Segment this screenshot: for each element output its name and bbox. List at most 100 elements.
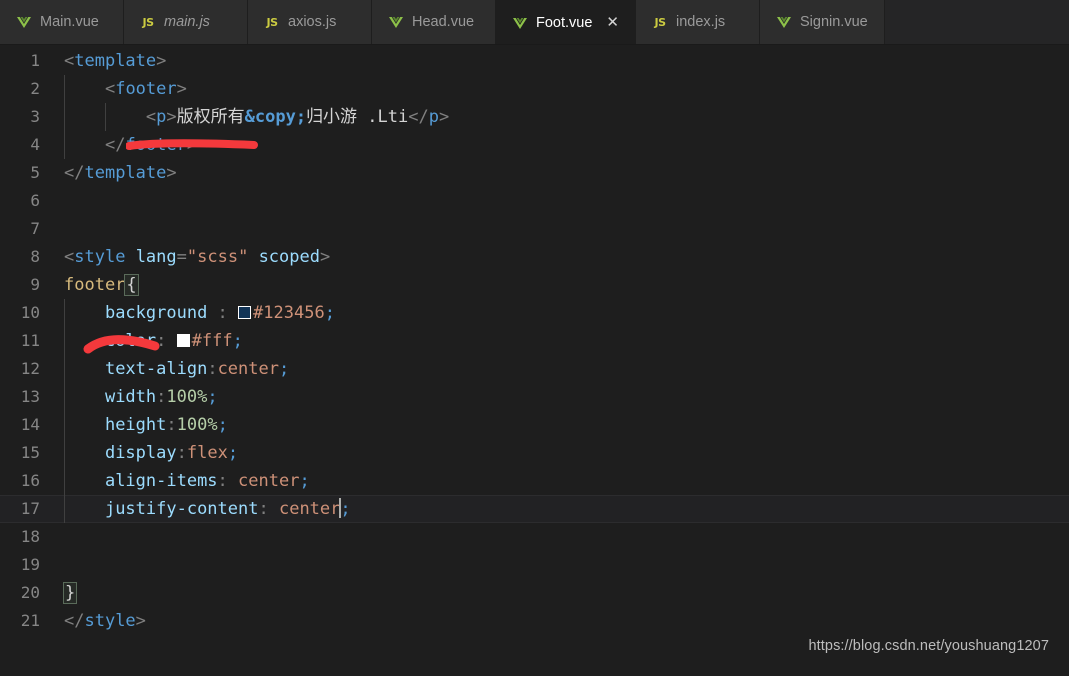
code-line[interactable]: 16 align-items: center;: [0, 467, 1069, 495]
close-brace: }: [62, 582, 78, 604]
css-property: text-align: [104, 359, 208, 379]
code-editor[interactable]: 1 <template> 2 <footer> 3 <p>版权所有&copy;归…: [0, 45, 1069, 676]
code-line[interactable]: 1 <template>: [0, 47, 1069, 75]
tab-label: index.js: [676, 14, 726, 30]
tab-label: Main.vue: [40, 14, 99, 30]
code-line[interactable]: 20 }: [0, 579, 1069, 607]
css-value: #123456: [253, 303, 325, 323]
code-line[interactable]: 6: [0, 187, 1069, 215]
code-content[interactable]: 1 <template> 2 <footer> 3 <p>版权所有&copy;归…: [0, 45, 1069, 635]
code-text: </footer>: [52, 131, 1069, 159]
code-line[interactable]: 18: [0, 523, 1069, 551]
tab-bar-empty-space: [884, 0, 1069, 44]
style-scoped-attr: scoped: [258, 247, 320, 267]
code-line[interactable]: 19: [0, 551, 1069, 579]
color-swatch[interactable]: [238, 306, 252, 319]
indent-guide: [64, 411, 65, 439]
css-property: align-items: [104, 471, 218, 491]
code-text: background : #123456;: [52, 299, 1069, 327]
code-line[interactable]: 13 width:100%;: [0, 383, 1069, 411]
line-number: 16: [20, 471, 40, 490]
indent-guide: [64, 327, 65, 355]
code-text: <template>: [64, 51, 167, 71]
line-number: 21: [20, 611, 40, 630]
line-number: 19: [20, 555, 40, 574]
code-line[interactable]: 10 background : #123456;: [0, 299, 1069, 327]
line-number: 5: [30, 163, 40, 182]
code-text: text-align:center;: [52, 355, 1069, 383]
code-line[interactable]: 9 footer{: [0, 271, 1069, 299]
line-number: 12: [20, 359, 40, 378]
line-number: 18: [20, 527, 40, 546]
css-value: flex: [186, 443, 228, 463]
open-brace: {: [124, 274, 139, 296]
code-text: <p>版权所有&copy;归小游 .Lti</p>: [52, 103, 1069, 131]
tab-label: Foot.vue: [536, 14, 593, 31]
indent-guide: [64, 131, 65, 159]
indent-guide: [64, 75, 65, 103]
css-property: height: [104, 415, 167, 435]
indent-guide: [105, 103, 106, 131]
line-number: 2: [30, 79, 40, 98]
vue-icon: [776, 14, 792, 30]
css-value: 100%: [176, 415, 218, 435]
tab-label: main.js: [164, 14, 210, 30]
css-property: justify-content: [104, 499, 259, 519]
code-line[interactable]: 21 </style>: [0, 607, 1069, 635]
vue-icon: [16, 14, 32, 30]
code-line[interactable]: 8 <style lang="scss" scoped>: [0, 243, 1069, 271]
code-text: justify-content: center;: [52, 495, 1069, 523]
indent-guide: [64, 383, 65, 411]
line-number: 3: [30, 107, 40, 126]
tab-signin-vue[interactable]: Signin.vue: [760, 0, 885, 44]
code-text: footer{: [52, 271, 1069, 299]
code-text: display:flex;: [52, 439, 1069, 467]
close-icon[interactable]: ✕: [606, 15, 619, 30]
line-number: 8: [30, 247, 40, 266]
css-value: center: [217, 359, 279, 379]
code-line[interactable]: 7: [0, 215, 1069, 243]
tab-main-vue[interactable]: Main.vue: [0, 0, 124, 44]
code-line[interactable]: 3 <p>版权所有&copy;归小游 .Lti</p>: [0, 103, 1069, 131]
line3-entity: &copy;: [244, 107, 307, 127]
code-line[interactable]: 2 <footer>: [0, 75, 1069, 103]
js-icon: JS: [266, 15, 278, 29]
line3-cjk-2: 归小游: [306, 107, 358, 127]
tab-label: Head.vue: [412, 14, 475, 30]
code-line[interactable]: 4 </footer>: [0, 131, 1069, 159]
code-line[interactable]: 14 height:100%;: [0, 411, 1069, 439]
css-property: display: [104, 443, 177, 463]
tab-axios-js[interactable]: JS axios.js: [248, 0, 372, 44]
tab-main-js[interactable]: JS main.js: [124, 0, 248, 44]
line-number: 17: [20, 499, 40, 518]
tab-foot-vue[interactable]: Foot.vue ✕: [496, 0, 636, 44]
indent-guide: [64, 299, 65, 327]
color-swatch[interactable]: [176, 334, 190, 347]
code-text: color: #fff;: [52, 327, 1069, 355]
line-number: 20: [20, 583, 40, 602]
indent-guide: [64, 439, 65, 467]
code-text: width:100%;: [52, 383, 1069, 411]
line-number: 6: [30, 191, 40, 210]
code-line[interactable]: 15 display:flex;: [0, 439, 1069, 467]
css-property: width: [104, 387, 157, 407]
css-value: #fff: [191, 331, 233, 351]
line-number: 7: [30, 219, 40, 238]
code-line[interactable]: 12 text-align:center;: [0, 355, 1069, 383]
code-line[interactable]: 11 color: #fff;: [0, 327, 1069, 355]
code-line[interactable]: 5 </template>: [0, 159, 1069, 187]
js-icon: JS: [654, 15, 666, 29]
code-text: </template>: [64, 163, 177, 183]
line-number: 14: [20, 415, 40, 434]
code-text: }: [52, 579, 1069, 607]
css-selector: footer: [64, 275, 126, 295]
tab-index-js[interactable]: JS index.js: [636, 0, 760, 44]
line-number: 13: [20, 387, 40, 406]
code-text: height:100%;: [52, 411, 1069, 439]
vue-icon: [512, 15, 528, 31]
editor-tab-bar: Main.vue JS main.js JS axios.js Head.vue…: [0, 0, 1069, 45]
line-number: 11: [20, 331, 40, 350]
tab-head-vue[interactable]: Head.vue: [372, 0, 496, 44]
code-line-current[interactable]: 17 justify-content: center;: [0, 495, 1069, 523]
css-value: center: [278, 499, 341, 519]
